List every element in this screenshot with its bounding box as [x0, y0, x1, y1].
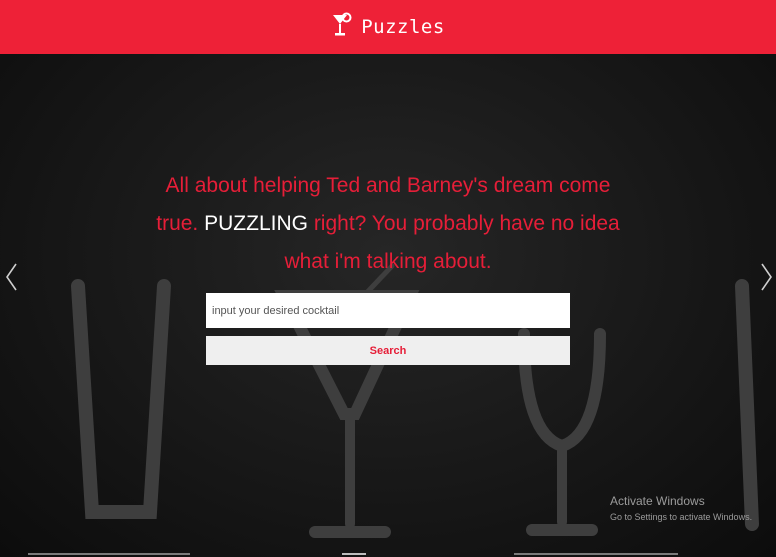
cocktail-glass-icon	[331, 12, 353, 42]
carousel-indicator-3[interactable]	[514, 553, 678, 555]
carousel-indicator-1[interactable]	[28, 553, 190, 555]
carousel-indicators	[0, 553, 776, 557]
brand-link[interactable]: Puzzles	[331, 12, 445, 42]
carousel-indicator-2[interactable]	[342, 553, 366, 555]
headline-highlight: PUZZLING	[204, 212, 308, 235]
hero-carousel: All about helping Ted and Barney's dream…	[0, 54, 776, 557]
carousel-prev-button[interactable]	[0, 259, 22, 295]
watermark-subtitle: Go to Settings to activate Windows.	[610, 512, 753, 522]
windows-activation-watermark: Activate Windows Go to Settings to activ…	[610, 494, 752, 522]
hero-headline: All about helping Ted and Barney's dream…	[150, 167, 626, 281]
watermark-title: Activate Windows	[610, 494, 705, 508]
search-button[interactable]: Search	[206, 336, 570, 365]
brand-title: Puzzles	[361, 16, 445, 38]
chevron-left-icon	[6, 263, 17, 291]
navbar: Puzzles	[0, 0, 776, 54]
carousel-next-button[interactable]	[756, 259, 776, 295]
chevron-right-icon	[761, 263, 772, 291]
headline-text-part2: right? You probably have no idea what i'…	[284, 212, 620, 273]
cocktail-search-input[interactable]	[206, 293, 570, 328]
